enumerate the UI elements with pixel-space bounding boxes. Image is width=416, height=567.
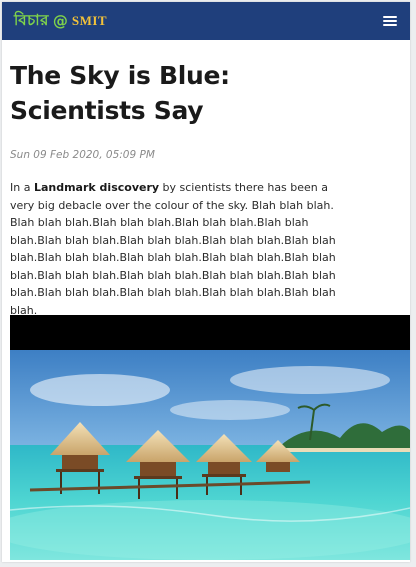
top-navbar: বিচার @ SMIT xyxy=(2,2,410,40)
landmark-discovery-link[interactable]: Landmark discovery xyxy=(34,181,159,194)
logo-brand-text: SMIT xyxy=(71,13,108,28)
body-prefix: In a xyxy=(10,181,34,194)
logo-script-text: বিচার xyxy=(14,10,49,29)
article-title: The Sky is Blue: Scientists Say xyxy=(10,61,230,125)
hamburger-menu-icon[interactable] xyxy=(380,12,400,30)
article-image xyxy=(10,315,410,560)
body-rest: by scientists there has been a very big … xyxy=(10,181,336,317)
tropical-bungalows-illustration xyxy=(10,350,410,560)
article-body: In a Landmark discovery by scientists th… xyxy=(10,179,340,319)
page-frame: বিচার @ SMIT The Sky is Blue: Scientists… xyxy=(2,2,410,562)
article-dateline: Sun 09 Feb 2020, 05:09 PM xyxy=(10,149,155,161)
logo-at-symbol: @ xyxy=(52,12,68,30)
site-logo[interactable]: বিচার @ SMIT xyxy=(14,11,107,31)
